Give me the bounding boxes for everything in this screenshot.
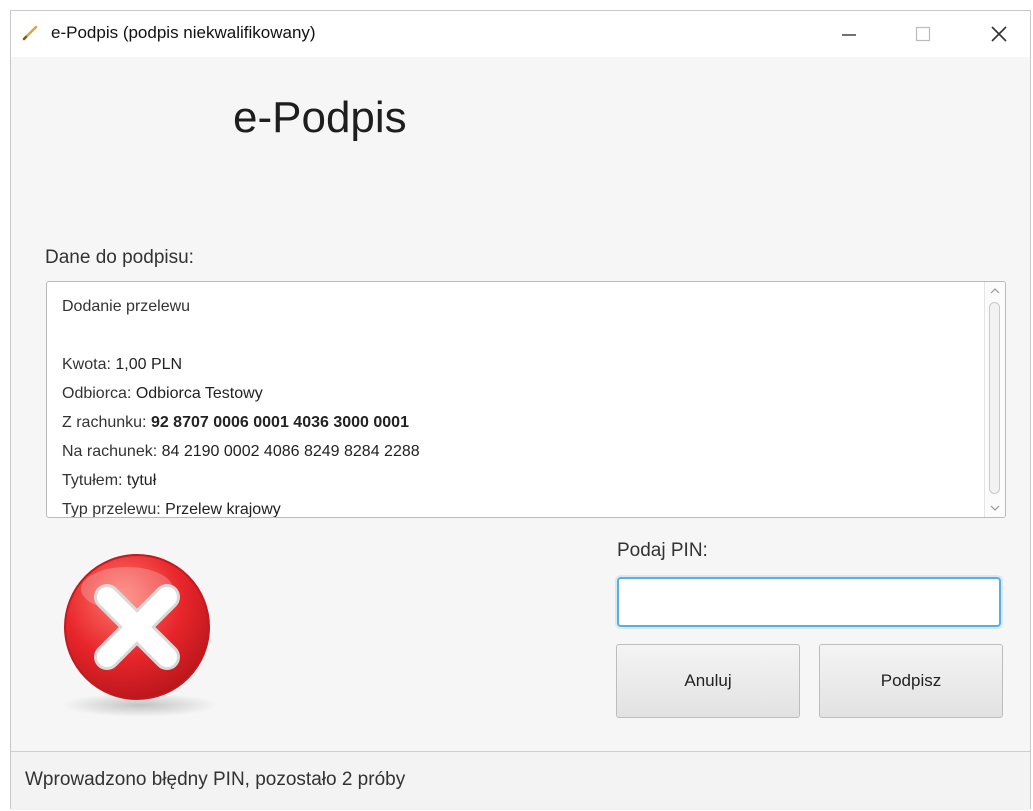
data-line: Tytułem: tytuł — [62, 466, 965, 495]
data-line: Dodanie przelewu — [62, 292, 965, 321]
scroll-thumb[interactable] — [989, 302, 1000, 494]
data-line-value: tytuł — [126, 472, 157, 489]
data-line — [62, 321, 965, 350]
data-line-value: 84 2190 0002 4086 8249 8284 2288 — [161, 443, 420, 460]
pin-input[interactable] — [617, 577, 1001, 627]
data-line-label: Dodanie przelewu — [62, 298, 191, 315]
pen-icon — [21, 24, 39, 42]
data-line: Z rachunku: 92 8707 0006 0001 4036 3000 … — [62, 408, 965, 437]
status-bar: Wprowadzono błędny PIN, pozostało 2 prób… — [11, 751, 1030, 810]
maximize-button[interactable] — [900, 17, 946, 51]
minimize-button[interactable] — [826, 17, 872, 51]
pin-label: Podaj PIN: — [617, 540, 708, 561]
minimize-icon — [842, 34, 856, 36]
data-line-label: Z rachunku: — [62, 414, 151, 431]
data-line: Typ przelewu: Przelew krajowy — [62, 495, 965, 518]
data-lines: Dodanie przelewu Kwota: 1,00 PLN Odbiorca:… — [62, 292, 965, 518]
title-bar: e-Podpis (podpis niekwalifikowany) — [11, 11, 1030, 57]
data-line-value: Przelew krajowy — [165, 501, 281, 518]
close-button[interactable] — [976, 17, 1022, 51]
data-label: Dane do podpisu: — [45, 247, 194, 268]
scroll-up-icon[interactable] — [985, 282, 1005, 300]
sign-button[interactable]: Podpisz — [819, 644, 1003, 718]
window-title: e-Podpis (podpis niekwalifikowany) — [51, 23, 316, 42]
scroll-down-icon[interactable] — [985, 499, 1005, 517]
data-line-value: 1,00 PLN — [115, 356, 183, 373]
data-line: Kwota: 1,00 PLN — [62, 350, 965, 379]
app-title: e-Podpis — [233, 93, 407, 142]
maximize-icon — [915, 26, 931, 42]
data-line-label: Tytułem: — [62, 472, 127, 489]
status-message: Wprowadzono błędny PIN, pozostało 2 prób… — [25, 769, 406, 790]
data-line-value: Odbiorca Testowy — [135, 385, 263, 402]
vertical-scrollbar[interactable] — [984, 282, 1005, 517]
signing-window: e-Podpis (podpis niekwalifikowany) e-Pod… — [10, 10, 1031, 810]
data-line-value: 92 8707 0006 0001 4036 3000 0001 — [150, 414, 409, 431]
data-line: Na rachunek: 84 2190 0002 4086 8249 8284… — [62, 437, 965, 466]
data-line-label: Typ przelewu: — [62, 501, 166, 518]
data-line-label: Odbiorca: — [62, 385, 136, 402]
cancel-button[interactable]: Anuluj — [616, 644, 800, 718]
data-line: Odbiorca: Odbiorca Testowy — [62, 379, 965, 408]
data-line-label: Kwota: — [62, 356, 116, 373]
data-line-label: Na rachunek: — [62, 443, 162, 460]
error-x-icon — [55, 547, 225, 727]
close-icon — [991, 26, 1007, 42]
signing-data-textarea[interactable]: Dodanie przelewu Kwota: 1,00 PLN Odbiorca:… — [46, 281, 1006, 518]
